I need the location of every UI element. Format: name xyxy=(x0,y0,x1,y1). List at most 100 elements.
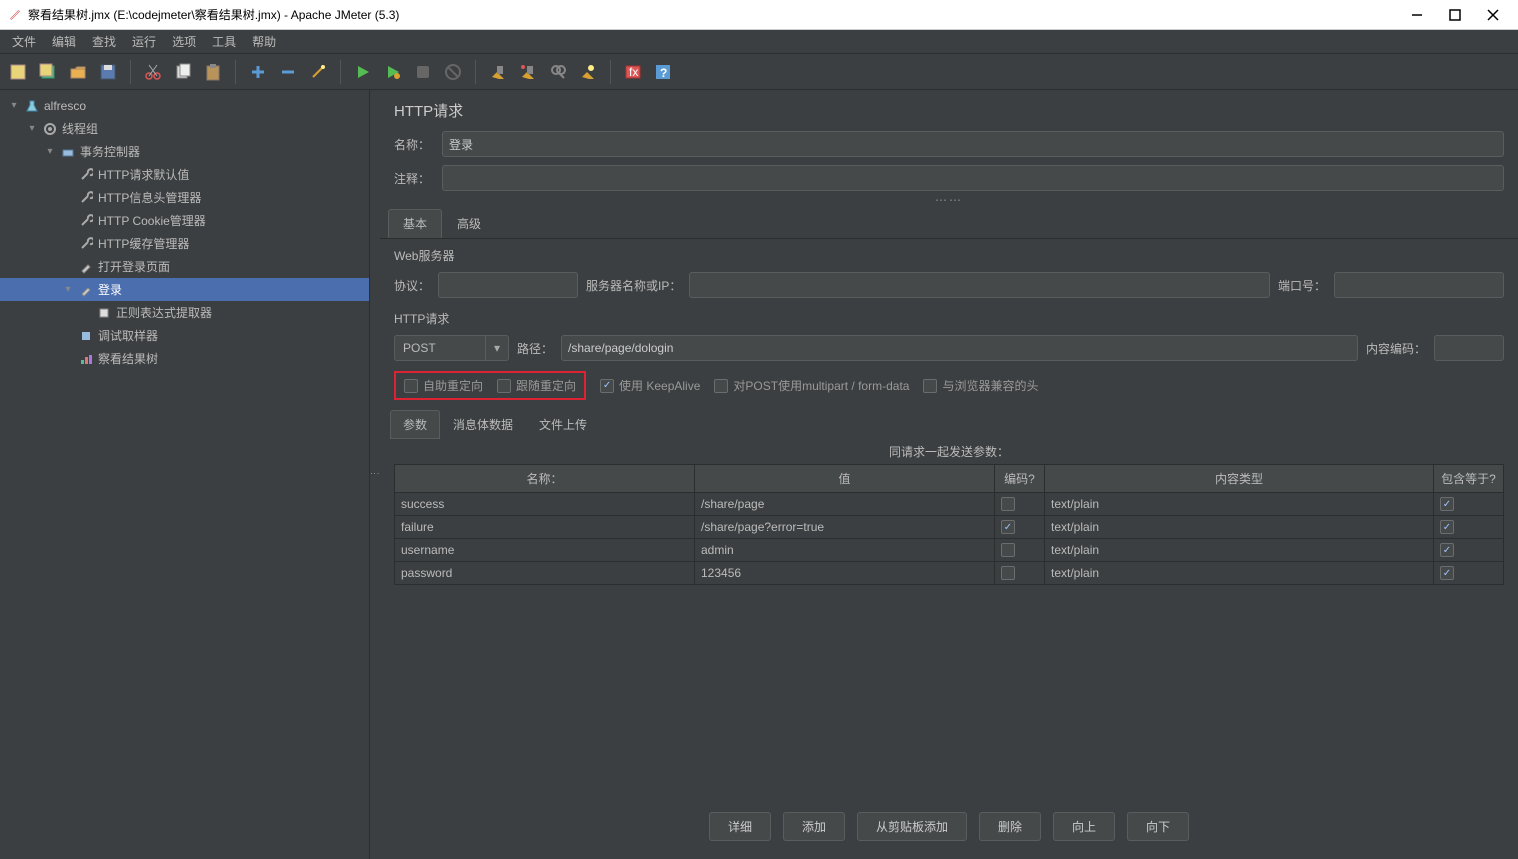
search-icon[interactable] xyxy=(546,60,570,84)
tree-item-cookie[interactable]: HTTP Cookie管理器 xyxy=(0,209,369,232)
cell-ctype[interactable]: text/plain xyxy=(1045,562,1434,585)
cell-include[interactable]: ✓ xyxy=(1434,516,1504,539)
remove-icon[interactable] xyxy=(276,60,300,84)
menu-options[interactable]: 选项 xyxy=(166,31,202,52)
add-button[interactable]: 添加 xyxy=(783,812,845,841)
multipart-checkbox[interactable]: 对POST使用multipart / form-data xyxy=(714,377,909,394)
cell-include[interactable]: ✓ xyxy=(1434,539,1504,562)
test-plan-tree[interactable]: ▾ alfresco ▾ 线程组 ▾ 事务控制器 HTTP请求默认值 HTTP信… xyxy=(0,90,370,859)
up-button[interactable]: 向上 xyxy=(1053,812,1115,841)
tree-item-cache[interactable]: HTTP缓存管理器 xyxy=(0,232,369,255)
templates-icon[interactable] xyxy=(36,60,60,84)
cell-value[interactable]: admin xyxy=(695,539,995,562)
cell-name[interactable]: password xyxy=(395,562,695,585)
tree-thread-group[interactable]: ▾ 线程组 xyxy=(0,117,369,140)
save-icon[interactable] xyxy=(96,60,120,84)
chevron-down-icon[interactable]: ▾ xyxy=(44,146,56,157)
cell-encode[interactable] xyxy=(995,493,1045,516)
cell-name[interactable]: username xyxy=(395,539,695,562)
shutdown-icon[interactable] xyxy=(441,60,465,84)
col-value[interactable]: 值 xyxy=(695,465,995,493)
cell-include[interactable]: ✓ xyxy=(1434,493,1504,516)
menu-edit[interactable]: 编辑 xyxy=(46,31,82,52)
protocol-input[interactable] xyxy=(438,272,578,298)
browser-headers-checkbox[interactable]: 与浏览器兼容的头 xyxy=(923,377,1038,394)
close-button[interactable] xyxy=(1486,8,1500,22)
copy-icon[interactable] xyxy=(171,60,195,84)
tree-root[interactable]: ▾ alfresco xyxy=(0,94,369,117)
function-icon[interactable]: fx xyxy=(621,60,645,84)
new-icon[interactable] xyxy=(6,60,30,84)
menu-file[interactable]: 文件 xyxy=(6,31,42,52)
menu-run[interactable]: 运行 xyxy=(126,31,162,52)
detail-button[interactable]: 详细 xyxy=(709,812,771,841)
tree-item-headers[interactable]: HTTP信息头管理器 xyxy=(0,186,369,209)
maximize-button[interactable] xyxy=(1448,8,1462,22)
subtab-body[interactable]: 消息体数据 xyxy=(440,410,526,439)
cell-value[interactable]: /share/page?error=true xyxy=(695,516,995,539)
tree-item-debug[interactable]: 调试取样器 xyxy=(0,324,369,347)
name-input[interactable] xyxy=(442,131,1504,157)
server-input[interactable] xyxy=(689,272,1270,298)
minimize-button[interactable] xyxy=(1410,8,1424,22)
tree-item-defaults[interactable]: HTTP请求默认值 xyxy=(0,163,369,186)
chevron-down-icon[interactable]: ▾ xyxy=(62,284,74,295)
col-ctype[interactable]: 内容类型 xyxy=(1045,465,1434,493)
port-input[interactable] xyxy=(1334,272,1504,298)
subtab-params[interactable]: 参数 xyxy=(390,410,440,439)
menu-find[interactable]: 查找 xyxy=(86,31,122,52)
table-row[interactable]: usernameadmin text/plain✓ xyxy=(395,539,1504,562)
method-select[interactable]: POST ▾ xyxy=(394,335,509,361)
menu-help[interactable]: 帮助 xyxy=(246,31,282,52)
table-row[interactable]: success/share/page text/plain✓ xyxy=(395,493,1504,516)
clear-icon[interactable] xyxy=(486,60,510,84)
cell-ctype[interactable]: text/plain xyxy=(1045,493,1434,516)
tree-item-login[interactable]: ▾ 登录 xyxy=(0,278,369,301)
tree-item-regex[interactable]: 正则表达式提取器 xyxy=(0,301,369,324)
help-icon[interactable]: ? xyxy=(651,60,675,84)
clear-all-icon[interactable] xyxy=(516,60,540,84)
delete-button[interactable]: 删除 xyxy=(979,812,1041,841)
tree-controller[interactable]: ▾ 事务控制器 xyxy=(0,140,369,163)
tab-basic[interactable]: 基本 xyxy=(388,209,442,238)
cell-value[interactable]: /share/page xyxy=(695,493,995,516)
auto-redirect-checkbox[interactable]: 自助重定向 xyxy=(404,377,483,394)
cell-name[interactable]: failure xyxy=(395,516,695,539)
subtab-files[interactable]: 文件上传 xyxy=(526,410,600,439)
splitter[interactable]: ⋮ xyxy=(370,90,380,859)
down-button[interactable]: 向下 xyxy=(1127,812,1189,841)
cell-include[interactable]: ✓ xyxy=(1434,562,1504,585)
cut-icon[interactable] xyxy=(141,60,165,84)
table-row[interactable]: failure/share/page?error=true✓text/plain… xyxy=(395,516,1504,539)
tree-item-results[interactable]: 察看结果树 xyxy=(0,347,369,370)
run-notimers-icon[interactable] xyxy=(381,60,405,84)
col-name[interactable]: 名称： xyxy=(395,465,695,493)
cell-ctype[interactable]: text/plain xyxy=(1045,539,1434,562)
paste-icon[interactable] xyxy=(201,60,225,84)
col-encode[interactable]: 编码? xyxy=(995,465,1045,493)
cell-encode[interactable] xyxy=(995,562,1045,585)
encoding-input[interactable] xyxy=(1434,335,1504,361)
col-include[interactable]: 包含等于? xyxy=(1434,465,1504,493)
chevron-down-icon[interactable]: ▾ xyxy=(26,123,38,134)
run-icon[interactable] xyxy=(351,60,375,84)
open-icon[interactable] xyxy=(66,60,90,84)
cell-encode[interactable]: ✓ xyxy=(995,516,1045,539)
add-icon[interactable] xyxy=(246,60,270,84)
cell-encode[interactable] xyxy=(995,539,1045,562)
tree-item-open-login[interactable]: 打开登录页面 xyxy=(0,255,369,278)
table-row[interactable]: password123456 text/plain✓ xyxy=(395,562,1504,585)
keepalive-checkbox[interactable]: ✓使用 KeepAlive xyxy=(600,377,700,394)
wand-icon[interactable] xyxy=(306,60,330,84)
cell-name[interactable]: success xyxy=(395,493,695,516)
add-clipboard-button[interactable]: 从剪贴板添加 xyxy=(857,812,967,841)
params-table[interactable]: 名称： 值 编码? 内容类型 包含等于? success/share/page t… xyxy=(394,464,1504,585)
path-input[interactable] xyxy=(561,335,1358,361)
chevron-down-icon[interactable]: ▾ xyxy=(8,100,20,111)
cell-value[interactable]: 123456 xyxy=(695,562,995,585)
tab-advanced[interactable]: 高级 xyxy=(442,209,496,238)
follow-redirect-checkbox[interactable]: 跟随重定向 xyxy=(497,377,576,394)
reset-search-icon[interactable] xyxy=(576,60,600,84)
cell-ctype[interactable]: text/plain xyxy=(1045,516,1434,539)
comment-input[interactable] xyxy=(442,165,1504,191)
